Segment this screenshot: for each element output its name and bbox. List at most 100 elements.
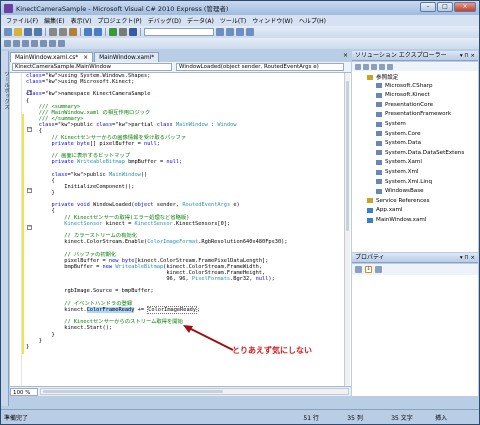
pause-icon[interactable]	[119, 28, 127, 36]
status-char: 35 文字	[391, 414, 413, 422]
zoom-dropdown[interactable]: 100 %	[10, 387, 38, 396]
tree-item-icon	[376, 131, 382, 137]
status-bar: 準備完了 51 行 35 列 35 文字 挿入	[1, 409, 479, 424]
indent-icon[interactable]	[13, 40, 20, 47]
close-button[interactable]: ×	[454, 2, 476, 12]
tree-item-icon	[376, 111, 382, 117]
copy-icon[interactable]	[59, 28, 67, 36]
alphabetical-icon[interactable]: ↓	[365, 266, 372, 273]
categorized-icon[interactable]	[355, 266, 362, 273]
status-ready: 準備完了	[4, 414, 29, 422]
solution-tree-item[interactable]: System.Core	[376, 131, 421, 137]
maximize-button[interactable]: □	[437, 2, 453, 12]
redo-icon[interactable]	[94, 28, 102, 36]
save-all-icon[interactable]	[34, 28, 42, 36]
properties-title: プロパティ	[355, 254, 385, 261]
refresh-icon[interactable]	[371, 63, 377, 70]
solution-tree-item[interactable]: System	[376, 121, 406, 127]
solution-tree-item[interactable]: PresentationCore	[376, 102, 433, 108]
tree-item-label: System.Xaml	[385, 159, 422, 166]
cut-icon[interactable]	[49, 28, 57, 36]
pin-close-icon[interactable]: ▾ ⊓ ×	[460, 51, 475, 61]
solution-tree-item[interactable]: System.Xaml	[376, 159, 422, 165]
solution-tree-item[interactable]: System.Data	[376, 140, 421, 146]
solution-tree-item[interactable]: 参照設定	[367, 73, 398, 81]
member-dropdown[interactable]: WindowLoaded(object sender, RoutedEventA…	[176, 63, 344, 71]
solution-tree-item[interactable]: Microsoft.Kinect	[376, 92, 430, 98]
toolbar-separator	[140, 28, 141, 36]
solution-explorer-icon[interactable]	[226, 28, 234, 36]
solution-tree-item[interactable]: System.Xml.Linq	[376, 179, 432, 185]
editor-vertical-scrollbar[interactable]	[344, 73, 350, 386]
properties-icon[interactable]	[236, 28, 244, 36]
bookmark-icon[interactable]	[40, 40, 47, 47]
close-tab-icon[interactable]: ×	[83, 55, 88, 61]
properties-panel: ↓	[352, 264, 478, 396]
ide-window: KinectCameraSample - Microsoft Visual C#…	[0, 0, 480, 425]
paste-icon[interactable]	[69, 28, 77, 36]
close-document-icon[interactable]: ×	[343, 52, 348, 59]
tree-item-icon	[376, 188, 382, 194]
code-line[interactable]: 96, 96, PixelFormats.Bgr32, null);	[26, 276, 288, 282]
prev-bookmark-icon[interactable]	[49, 40, 56, 47]
code-line[interactable]: kinect.ColorStream.Enable(ColorImageForm…	[26, 239, 287, 245]
property-pages-icon[interactable]	[375, 266, 382, 273]
menu-data[interactable]: データ(A)	[184, 16, 217, 25]
editor-horizontal-scrollbar[interactable]	[40, 388, 349, 395]
minimize-button[interactable]: –	[420, 2, 436, 12]
text-editor-toolbar	[1, 38, 479, 49]
solution-tree-item[interactable]: MainWindow.xaml	[367, 217, 426, 223]
uncomment-icon[interactable]	[31, 40, 38, 47]
next-bookmark-icon[interactable]	[58, 40, 65, 47]
view-code-icon[interactable]	[379, 63, 385, 70]
solution-tree: 参照設定 Microsoft.CSharp Microsoft.Kinect Pres…	[352, 71, 478, 252]
comment-icon[interactable]	[22, 40, 29, 47]
toolbar-separator	[105, 28, 106, 36]
solution-tree-item[interactable]: App.xaml	[367, 207, 402, 213]
tree-item-icon	[376, 92, 382, 98]
menu-debug[interactable]: デバッグ(D)	[145, 16, 184, 25]
changed-lines-marker	[22, 114, 24, 354]
properties-icon[interactable]	[355, 63, 361, 70]
menu-file[interactable]: ファイル(F)	[3, 16, 41, 25]
menu-project[interactable]: プロジェクト(P)	[94, 16, 144, 25]
outdent-icon[interactable]	[4, 40, 11, 47]
menu-help[interactable]: ヘルプ(H)	[296, 16, 329, 25]
menu-window[interactable]: ウィンドウ(W)	[249, 16, 296, 25]
toolbox-icon[interactable]	[246, 28, 254, 36]
solution-tree-item[interactable]: Microsoft.CSharp	[376, 83, 433, 89]
stop-icon[interactable]	[129, 28, 137, 36]
tab-mainwindow-xaml-cs[interactable]: MainWindow.xaml.cs* ×	[10, 52, 94, 62]
tree-item-icon	[376, 102, 382, 108]
tab-mainwindow-xaml[interactable]: MainWindow.xaml*	[94, 52, 160, 62]
undo-icon[interactable]	[84, 28, 92, 36]
new-project-icon[interactable]	[4, 28, 12, 36]
tree-item-icon	[367, 74, 373, 80]
find-combo[interactable]	[144, 28, 214, 36]
annotation-arrow-icon	[183, 325, 234, 351]
menu-tools[interactable]: ツール(T)	[217, 16, 249, 25]
solution-tree-item[interactable]: WindowsBase	[376, 188, 424, 194]
solution-tree-item[interactable]: PresentationFramework	[376, 111, 451, 117]
solution-tree-item[interactable]: System.Data.DataSetExtens	[376, 150, 464, 156]
tree-item-label: WindowsBase	[385, 188, 424, 195]
class-dropdown[interactable]: KinectCameraSample.MainWindow	[12, 63, 172, 71]
menu-edit[interactable]: 編集(E)	[41, 16, 67, 25]
open-file-icon[interactable]	[14, 28, 22, 36]
toolbox-side-tab[interactable]: ツールボックス	[1, 51, 9, 406]
pin-close-icon[interactable]: ▾ ⊓ ×	[460, 253, 475, 263]
solution-tree-item[interactable]: System.Xml	[376, 169, 418, 175]
editor-gutter	[10, 73, 22, 386]
show-all-files-icon[interactable]	[363, 63, 369, 70]
start-debugging-icon[interactable]	[109, 28, 117, 36]
save-icon[interactable]	[24, 28, 32, 36]
solution-tree-item[interactable]: Service References	[367, 198, 430, 204]
tree-item-label: Microsoft.Kinect	[385, 92, 430, 99]
find-icon[interactable]	[216, 28, 224, 36]
tree-item-label: App.xaml	[376, 207, 403, 214]
menu-view[interactable]: 表示(V)	[68, 16, 95, 25]
status-line: 51 行	[303, 414, 319, 422]
title-bar[interactable]: KinectCameraSample - Microsoft Visual C#…	[1, 1, 479, 15]
code-text[interactable]: class="kw">using System.Windows.Shapes; c…	[26, 73, 288, 350]
view-designer-icon[interactable]	[387, 63, 393, 70]
